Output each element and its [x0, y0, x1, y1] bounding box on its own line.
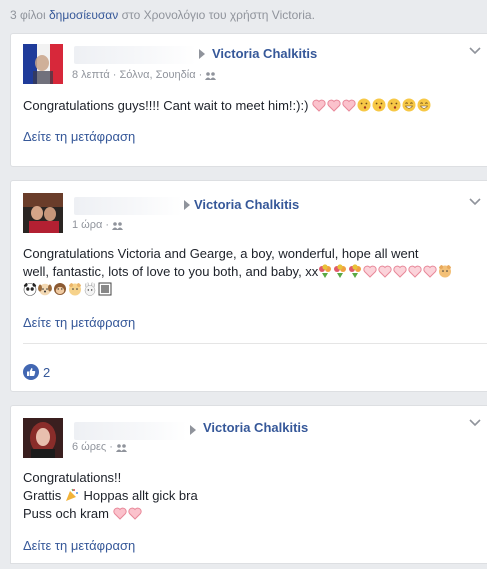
kissing-face-icon — [387, 98, 401, 112]
monkey-face-icon — [54, 283, 66, 295]
post-text-word: Puss och kram — [23, 506, 109, 521]
bouquet-icon — [349, 264, 362, 278]
post-text-line-emoji: well, fantastic, lots of love to you bot… — [23, 263, 475, 281]
to-arrow-icon — [199, 49, 205, 59]
post-time[interactable]: 8 λεπτά — [72, 69, 110, 81]
pink-heart-icon — [378, 265, 392, 278]
header-prefix: 3 φίλοι — [10, 8, 46, 22]
post-card: Victoria Chalkitis 1 ώρα · Congratulatio… — [10, 180, 487, 392]
timeline-header: 3 φίλοι δημοσίευσαν στο Χρονολόγιο του χ… — [10, 8, 315, 22]
pink-heart-icon — [393, 265, 407, 278]
post-text-line: Congratulations!! — [23, 470, 122, 485]
pink-heart-icon — [363, 265, 377, 278]
grinning-face-icon — [402, 98, 416, 112]
post-header: Victoria Chalkitis 1 ώρα · — [11, 181, 487, 233]
post-header: Victoria Chalkitis 6 ώρες · — [11, 406, 487, 458]
to-arrow-icon — [190, 425, 196, 435]
pink-heart-icon — [342, 99, 356, 112]
post-card: Victoria Chalkitis 6 ώρες · Congratulati… — [10, 405, 487, 564]
post-text-content: Congratulations guys!!!! Cant wait to me… — [23, 98, 309, 113]
friends-icon[interactable] — [205, 71, 217, 80]
pink-heart-icon — [113, 507, 127, 520]
post-options-chevron-icon[interactable] — [469, 416, 481, 430]
pink-heart-icon — [423, 265, 437, 278]
post-text-line: well, fantastic, lots of love to you bot… — [23, 264, 319, 279]
avatar[interactable] — [23, 418, 63, 458]
like-summary[interactable]: 2 — [23, 364, 50, 380]
author-name-redacted[interactable] — [74, 46, 196, 64]
post-options-chevron-icon[interactable] — [469, 44, 481, 58]
post-meta: 1 ώρα · — [72, 219, 124, 231]
post-header: Victoria Chalkitis 8 λεπτά · Σόλνα, Σουη… — [11, 34, 487, 84]
hamster-face-icon — [69, 283, 81, 296]
dog-face-icon — [38, 283, 52, 296]
post-text: Congratulations Victoria and Gearge, a b… — [23, 245, 475, 299]
post-text-line-emoji: Puss och kram — [23, 505, 475, 523]
grinning-face-icon — [417, 98, 431, 112]
post-time[interactable]: 1 ώρα · — [72, 219, 109, 231]
post-meta: 8 λεπτά · Σόλνα, Σουηδία · — [72, 69, 217, 81]
post-time[interactable]: 6 ώρες · — [72, 441, 113, 453]
author-name-redacted[interactable] — [74, 197, 182, 215]
avatar[interactable] — [23, 193, 63, 233]
party-popper-icon — [65, 488, 78, 501]
pink-heart-icon — [128, 507, 142, 520]
bouquet-icon — [334, 264, 347, 278]
see-translation-link[interactable]: Δείτε τη μετάφραση — [23, 129, 135, 144]
hamster-face-icon — [439, 265, 452, 278]
see-translation-link[interactable]: Δείτε τη μετάφραση — [23, 315, 135, 330]
post-card: Victoria Chalkitis 8 λεπτά · Σόλνα, Σουη… — [10, 33, 487, 167]
avatar[interactable] — [23, 44, 63, 84]
header-suffix: στο Χρονολόγιο του χρήστη Victoria. — [121, 8, 315, 22]
rabbit-face-icon — [84, 282, 96, 296]
target-name-link[interactable]: Victoria Chalkitis — [194, 197, 299, 212]
friends-icon[interactable] — [115, 443, 127, 452]
post-text-word: Hoppas allt gick bra — [83, 488, 198, 503]
bouquet-icon — [319, 264, 332, 278]
pink-heart-icon — [312, 99, 326, 112]
post-text: Congratulations guys!!!! Cant wait to me… — [23, 97, 475, 115]
target-name-link[interactable]: Victoria Chalkitis — [203, 420, 308, 435]
post-meta: 6 ώρες · — [72, 441, 127, 453]
post-location[interactable]: · Σόλνα, Σουηδία · — [113, 69, 203, 81]
like-thumb-icon — [23, 364, 39, 380]
frame-icon — [98, 282, 112, 296]
post-text-line-emoji: Grattis Hoppas allt gick bra — [23, 487, 475, 505]
like-count[interactable]: 2 — [43, 365, 50, 380]
to-arrow-icon — [184, 200, 190, 210]
kissing-face-icon — [372, 98, 386, 112]
divider — [23, 343, 487, 344]
post-text-line: Congratulations Victoria and Gearge, a b… — [23, 246, 419, 261]
post-options-chevron-icon[interactable] — [469, 195, 481, 209]
header-posts-link[interactable]: δημοσίευσαν — [49, 8, 118, 22]
author-name-redacted[interactable] — [74, 422, 187, 440]
target-name-link[interactable]: Victoria Chalkitis — [212, 46, 317, 61]
panda-face-icon — [23, 282, 37, 296]
pink-heart-icon — [408, 265, 422, 278]
animal-emoji-row — [23, 281, 475, 299]
friends-icon[interactable] — [112, 221, 124, 230]
pink-heart-icon — [327, 99, 341, 112]
kissing-face-icon — [357, 98, 371, 112]
see-translation-link[interactable]: Δείτε τη μετάφραση — [23, 538, 135, 553]
post-text: Congratulations!! Grattis Hoppas allt gi… — [23, 469, 475, 523]
post-text-word: Grattis — [23, 488, 62, 503]
